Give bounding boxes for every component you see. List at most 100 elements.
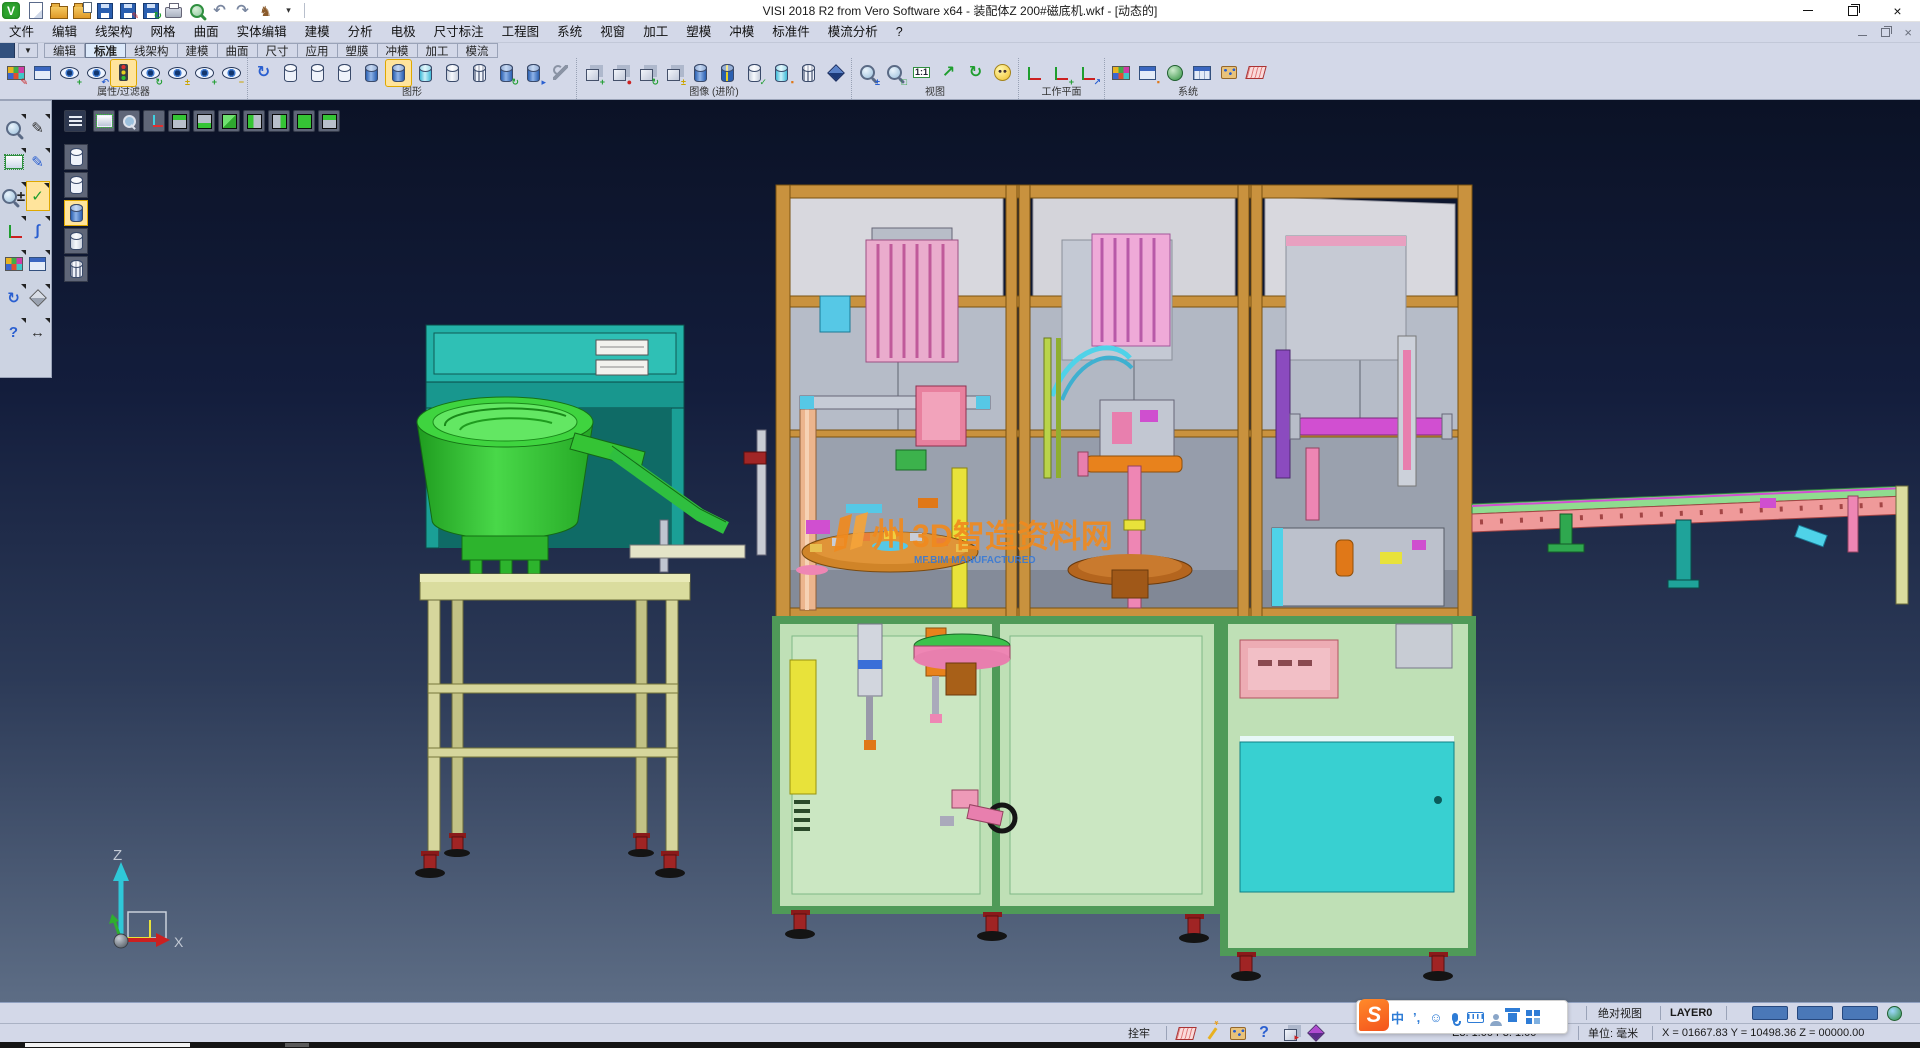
zoom-scale-icon[interactable]: ± bbox=[2, 181, 26, 211]
undo-icon[interactable]: ↶ bbox=[208, 1, 231, 21]
viewport-menu-button[interactable] bbox=[64, 110, 86, 132]
workplane-move-icon[interactable]: + bbox=[1048, 59, 1075, 87]
menu-item[interactable]: 冲模 bbox=[720, 22, 763, 42]
tab-modeling[interactable]: 建模 bbox=[178, 43, 218, 58]
sketch-edit-icon[interactable]: ✎ bbox=[26, 147, 50, 177]
new-file-icon[interactable] bbox=[24, 1, 47, 21]
wireframe-style-icon[interactable] bbox=[277, 59, 304, 87]
image-filter-icon[interactable]: ● bbox=[606, 59, 633, 87]
new-window-icon[interactable] bbox=[26, 249, 50, 279]
lock-grid-icon[interactable] bbox=[1176, 1025, 1196, 1042]
solid-section-alt-icon[interactable] bbox=[714, 59, 741, 87]
help-tool-icon[interactable]: ? bbox=[1254, 1025, 1274, 1042]
toggle-image-icon[interactable]: ± bbox=[660, 59, 687, 87]
show-entities-icon[interactable]: + bbox=[56, 59, 83, 87]
regen-graphics-icon[interactable]: ↻ bbox=[250, 59, 277, 87]
shaded-edges-mode-button[interactable] bbox=[64, 228, 88, 254]
import-file-icon[interactable] bbox=[70, 1, 93, 21]
axonometric-view-button[interactable] bbox=[143, 110, 165, 132]
open-file-icon[interactable] bbox=[47, 1, 70, 21]
transparent-style-icon[interactable] bbox=[466, 59, 493, 87]
stamp-icon[interactable] bbox=[1228, 1025, 1248, 1042]
zoom-1to1-icon[interactable]: 1:1 bbox=[908, 59, 935, 87]
shaded-active-icon[interactable] bbox=[385, 59, 412, 87]
pan-view-icon[interactable]: ↗ bbox=[935, 59, 962, 87]
display-settings-icon[interactable]: ▪ bbox=[1134, 59, 1161, 87]
shaded-style-icon[interactable] bbox=[358, 59, 385, 87]
minimize-button[interactable] bbox=[1785, 0, 1830, 22]
menu-item[interactable]: 曲面 bbox=[185, 22, 228, 42]
ime-voice-icon[interactable] bbox=[1452, 1008, 1458, 1026]
magic-select-icon[interactable] bbox=[1202, 1025, 1222, 1042]
copy-attributes-icon[interactable] bbox=[29, 59, 56, 87]
mdi-close-button[interactable]: × bbox=[1904, 25, 1912, 40]
menu-item[interactable]: 分析 bbox=[339, 22, 382, 42]
save-as-icon[interactable] bbox=[116, 1, 139, 21]
zoom-selection-icon[interactable]: □ bbox=[881, 59, 908, 87]
bowl-feeder-station[interactable] bbox=[415, 325, 766, 878]
shaded-edges-style-icon[interactable] bbox=[412, 59, 439, 87]
outfeed-conveyor[interactable] bbox=[1472, 486, 1908, 604]
menu-item[interactable]: 线架构 bbox=[86, 22, 142, 42]
redo-icon[interactable]: ↷ bbox=[231, 1, 254, 21]
save-all-icon[interactable] bbox=[139, 1, 162, 21]
table-settings-icon[interactable] bbox=[1188, 59, 1215, 87]
dynamic-zoom-icon[interactable] bbox=[2, 113, 26, 143]
shaded-mode-button[interactable] bbox=[64, 200, 88, 226]
show-all-icon[interactable]: + bbox=[191, 59, 218, 87]
tab-machining[interactable]: 加工 bbox=[418, 43, 458, 58]
menu-item[interactable]: 系统 bbox=[548, 22, 591, 42]
graphics-settings-icon[interactable] bbox=[547, 59, 574, 87]
menu-item[interactable]: 电极 bbox=[382, 22, 425, 42]
tab-application[interactable]: 应用 bbox=[298, 43, 338, 58]
tab-wireframe[interactable]: 线架构 bbox=[126, 43, 178, 58]
view-axis-icon[interactable] bbox=[2, 215, 26, 245]
active-layer-indicator[interactable]: LAYER0 bbox=[1670, 1003, 1712, 1023]
copy-image-icon[interactable]: ▸ bbox=[520, 59, 547, 87]
menu-item[interactable]: 编辑 bbox=[43, 22, 86, 42]
pin-toggle[interactable]: 拴牢 bbox=[1128, 1024, 1150, 1042]
zoom-window-icon[interactable] bbox=[2, 147, 26, 177]
mdi-minimize-button[interactable] bbox=[1858, 29, 1867, 36]
system-config-icon[interactable] bbox=[1161, 59, 1188, 87]
hide-all-icon[interactable]: − bbox=[218, 59, 245, 87]
wireframe-mode-button[interactable] bbox=[64, 144, 88, 170]
zoom-in-out-icon[interactable]: ± bbox=[854, 59, 881, 87]
view-cube-bottom-button[interactable] bbox=[193, 110, 215, 132]
dashed-hidden-style-icon[interactable] bbox=[331, 59, 358, 87]
restore-button[interactable] bbox=[1830, 0, 1875, 22]
ribbon-dropdown-button[interactable]: ▼ bbox=[18, 43, 38, 58]
tab-edit[interactable]: 编辑 bbox=[44, 43, 85, 58]
hidden-line-mode-button[interactable] bbox=[64, 172, 88, 198]
menu-item[interactable]: 标准件 bbox=[763, 22, 819, 42]
menu-item[interactable]: 网格 bbox=[142, 22, 185, 42]
add-to-image-icon[interactable]: + bbox=[579, 59, 606, 87]
3d-scene[interactable]: 州 3D智造资料网 MF.BIM MANUFACTURED Z X bbox=[0, 100, 1920, 1002]
pen-color-swatch[interactable] bbox=[1797, 1006, 1833, 1020]
tab-mould[interactable]: 塑膜 bbox=[338, 43, 378, 58]
menu-item[interactable]: 视窗 bbox=[591, 22, 634, 42]
workplane-cube-icon[interactable] bbox=[1306, 1025, 1326, 1042]
confirm-selection-icon[interactable]: ✓ bbox=[26, 181, 50, 211]
workplane-align-icon[interactable]: ↗ bbox=[1075, 59, 1102, 87]
menu-item[interactable]: 加工 bbox=[634, 22, 677, 42]
selection-options-icon[interactable] bbox=[1215, 59, 1242, 87]
refresh-visibility-icon[interactable]: ↻ bbox=[137, 59, 164, 87]
entity-attributes-icon[interactable] bbox=[2, 249, 26, 279]
ime-account-icon[interactable] bbox=[1493, 1008, 1499, 1026]
tag-solid-icon[interactable]: ▪ bbox=[768, 59, 795, 87]
toggle-visibility-icon[interactable]: ± bbox=[164, 59, 191, 87]
transparent-mode-button[interactable] bbox=[64, 256, 88, 282]
menu-item[interactable]: 模流分析 bbox=[819, 22, 887, 42]
sogou-logo-icon[interactable]: S bbox=[1359, 999, 1389, 1031]
grid-settings-icon[interactable] bbox=[1242, 59, 1269, 87]
workplane-icon[interactable] bbox=[1021, 59, 1048, 87]
view-cube-left-button[interactable] bbox=[243, 110, 265, 132]
tab-standard[interactable]: 标准 bbox=[85, 43, 126, 58]
help-icon[interactable]: ? bbox=[2, 317, 26, 347]
save-icon[interactable] bbox=[93, 1, 116, 21]
menu-item[interactable]: ? bbox=[887, 22, 912, 42]
macro-icon[interactable]: ♞ bbox=[254, 1, 277, 21]
tab-flow[interactable]: 模流 bbox=[458, 43, 498, 58]
ime-emoji[interactable]: ☺ bbox=[1429, 1008, 1442, 1026]
